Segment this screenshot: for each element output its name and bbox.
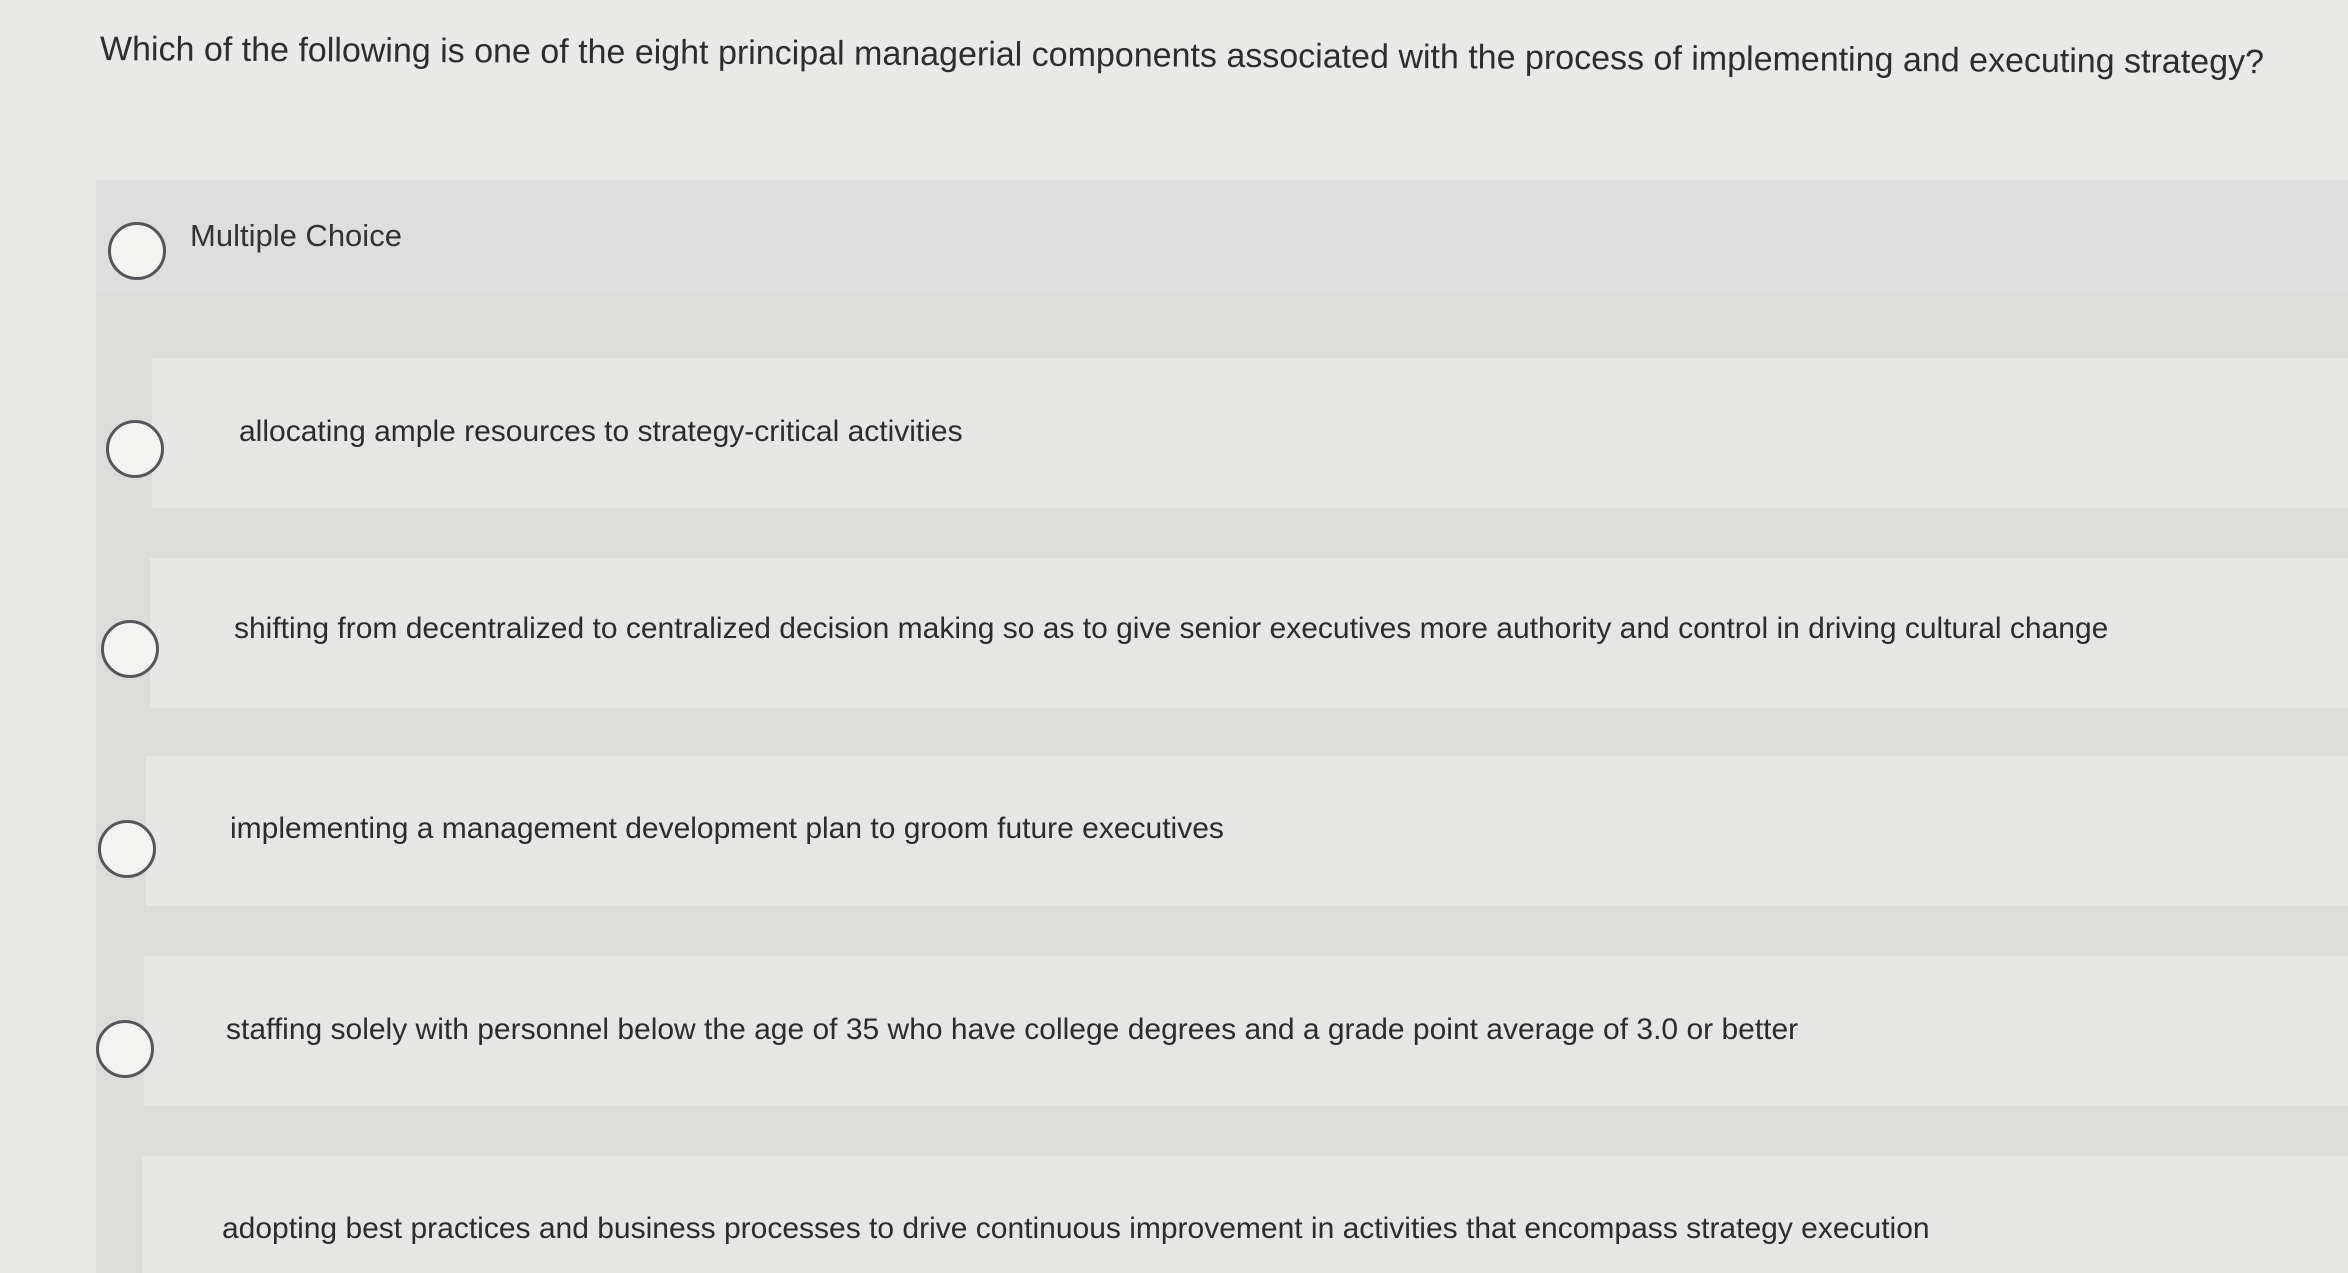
answer-option-5-label: adopting best practices and business pro… [222,1212,1930,1245]
answer-option-2-label: shifting from decentralized to centraliz… [234,612,2109,645]
answer-option-5[interactable]: adopting best practices and business pro… [96,1020,2348,1273]
radio-button-5[interactable] [96,1020,154,1078]
radio-button-4[interactable] [98,820,156,878]
answer-option-3[interactable]: implementing a management development pl… [101,620,2348,906]
radio-button-3[interactable] [101,620,159,678]
answer-option-1-label: allocating ample resources to strategy-c… [239,415,963,448]
multiple-choice-header: Multiple Choice [96,180,2348,290]
multiple-choice-panel: Multiple Choice allocating ample resourc… [96,180,2348,1273]
answer-option-4[interactable]: staffing solely with personnel below the… [98,820,2348,1106]
radio-button-2[interactable] [106,420,164,478]
question-text: Which of the following is one of the eig… [99,30,2265,82]
radio-button-1[interactable] [108,222,166,280]
answer-option-2[interactable]: shifting from decentralized to centraliz… [106,420,2348,708]
answer-option-4-label: staffing solely with personnel below the… [226,1013,1799,1046]
answer-option-3-label: implementing a management development pl… [230,812,1224,845]
multiple-choice-label: Multiple Choice [190,218,402,253]
answer-option-1[interactable]: allocating ample resources to strategy-c… [108,222,2348,508]
